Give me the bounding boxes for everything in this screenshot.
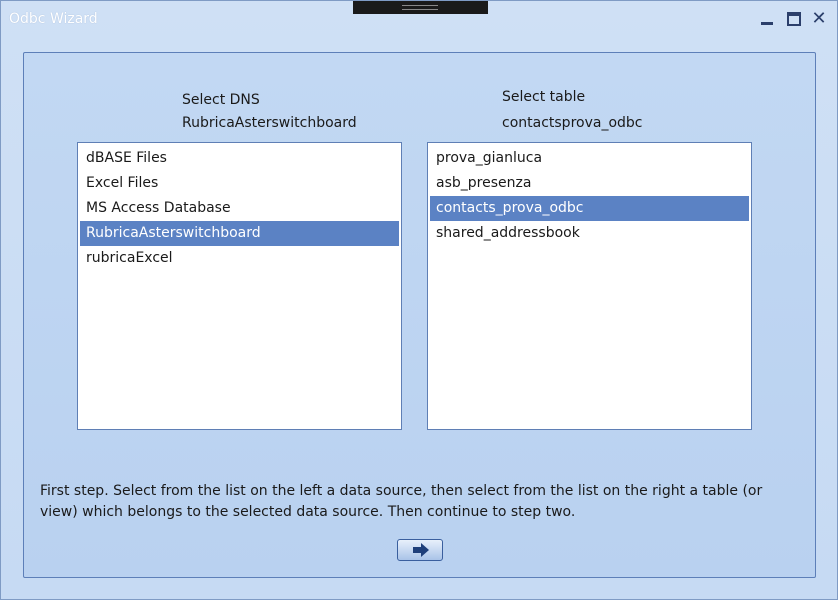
dns-current: RubricaAsterswitchboard bbox=[182, 115, 357, 131]
title-bar[interactable]: Odbc Wizard ✕ bbox=[1, 1, 837, 37]
maximize-button[interactable] bbox=[784, 9, 804, 29]
next-button[interactable] bbox=[397, 539, 443, 561]
table-label: Select table bbox=[502, 89, 586, 105]
list-item[interactable]: MS Access Database bbox=[80, 196, 399, 221]
list-item[interactable]: dBASE Files bbox=[80, 146, 399, 171]
list-item[interactable]: Excel Files bbox=[80, 171, 399, 196]
table-current: contactsprova_odbc bbox=[502, 115, 643, 131]
list-item[interactable]: prova_gianluca bbox=[430, 146, 749, 171]
dns-listbox[interactable]: dBASE Files Excel Files MS Access Databa… bbox=[77, 142, 402, 430]
list-item-selected[interactable]: RubricaAsterswitchboard bbox=[80, 221, 399, 246]
odbc-wizard-window: Odbc Wizard ✕ Select DNS RubricaAsterswi… bbox=[0, 0, 838, 600]
close-icon: ✕ bbox=[811, 8, 827, 29]
list-item[interactable]: rubricaExcel bbox=[80, 246, 399, 271]
wizard-panel: Select DNS RubricaAsterswitchboard Selec… bbox=[23, 52, 816, 578]
table-listbox[interactable]: prova_gianluca asb_presenza contacts_pro… bbox=[427, 142, 752, 430]
window-title: Odbc Wizard bbox=[9, 11, 98, 27]
drag-grip[interactable] bbox=[353, 1, 488, 14]
grip-icon bbox=[402, 5, 438, 10]
list-item-selected[interactable]: contacts_prova_odbc bbox=[430, 196, 749, 221]
list-item[interactable]: shared_addressbook bbox=[430, 221, 749, 246]
close-button[interactable]: ✕ bbox=[809, 9, 829, 29]
dns-label: Select DNS bbox=[182, 92, 260, 108]
help-text: First step. Select from the list on the … bbox=[40, 483, 763, 520]
arrow-right-icon bbox=[413, 543, 429, 557]
list-item[interactable]: asb_presenza bbox=[430, 171, 749, 196]
minimize-button[interactable] bbox=[757, 9, 777, 29]
